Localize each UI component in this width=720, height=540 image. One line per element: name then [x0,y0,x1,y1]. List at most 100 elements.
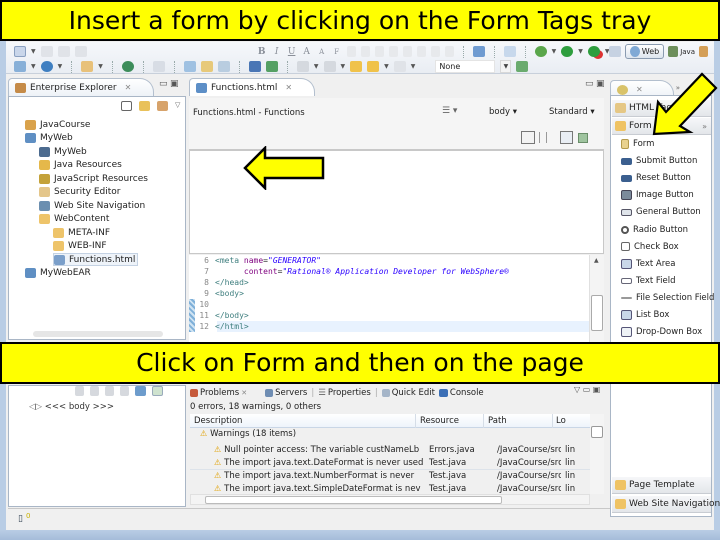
status-indicator-icon[interactable]: ▯ [18,514,23,524]
problem-row[interactable]: ⚠ Null pointer access: The variable custN… [190,443,590,456]
code-line[interactable]: 10 [189,299,589,310]
tree-item[interactable]: JavaCourse [25,118,90,131]
outline-action-icon[interactable] [90,386,99,396]
perspective-web[interactable]: Web [624,44,665,59]
palette-item-check-box[interactable]: Check Box [621,240,679,254]
drawer-web-site-navigation[interactable]: Web Site Navigation [612,496,720,513]
text-style-icon[interactable] [248,61,261,72]
design-view-icon[interactable] [560,131,573,144]
collapse-all-icon[interactable] [121,101,132,111]
run-icon[interactable] [561,46,574,57]
scroll-thumb[interactable] [591,295,603,331]
save-all-icon[interactable] [57,46,70,57]
back-icon[interactable] [367,61,380,72]
palette-item-reset-button[interactable]: Reset Button [621,171,691,185]
save-icon[interactable] [40,46,53,57]
align-right-icon[interactable] [402,46,412,57]
tree-item[interactable]: META-INF [53,226,110,239]
outline-breadcrumb[interactable]: ◁▷ <<< body >>> [29,402,114,412]
tree-item[interactable]: Java Resources [39,159,122,172]
code-line[interactable]: 9 <body> [189,288,589,299]
chevron-down-icon[interactable]: ▼ [411,63,416,70]
source-scrollbar[interactable]: ▲ [589,255,604,342]
new-icon[interactable] [14,46,26,57]
warnings-group[interactable]: ⚠ Warnings (18 items) [200,429,296,439]
next-annotation-icon[interactable] [323,61,336,72]
tree-item[interactable]: MyWeb [25,132,73,145]
chevron-down-icon[interactable]: ▼ [98,63,103,70]
close-icon[interactable]: ✕ [125,83,132,92]
problems-horizontal-scrollbar[interactable] [190,494,590,505]
html-icon[interactable] [183,61,196,72]
source-editor[interactable]: 6 <meta name="GENERATOR" 7 content="Ration… [189,255,589,342]
link-editor-icon[interactable] [139,101,150,111]
code-line[interactable]: 7 content="Rational® Application Develop… [189,266,589,277]
palette-item-drop-down-box[interactable]: Drop-Down Box [621,325,702,339]
tab-functions-html[interactable]: Functions.html ✕ [189,78,316,96]
validate-icon[interactable] [516,61,529,72]
font-grow-button[interactable]: A [302,47,312,57]
code-line[interactable]: 12 </html> [189,321,589,332]
close-icon[interactable]: ✕ [285,83,292,92]
preview-icon[interactable] [578,133,588,143]
tree-item[interactable]: Security Editor [39,186,120,199]
mode-selector[interactable]: Standard ▾ [549,107,595,117]
list-icon[interactable] [346,46,356,57]
web-browser-icon[interactable] [40,61,53,72]
scroll-thumb[interactable] [205,496,502,504]
problem-row[interactable]: ⚠ The import java.text.DateFormat is neve… [190,456,590,469]
refresh-icon[interactable] [265,61,278,72]
bold-button[interactable]: B [257,47,267,57]
filter-icon[interactable] [157,101,168,111]
column-location[interactable]: Lo [556,416,566,426]
font-button[interactable]: F [332,48,342,56]
outdent-icon[interactable] [360,46,370,57]
jsp-icon[interactable] [200,61,213,72]
wizard-icon[interactable] [81,61,94,72]
tree-item[interactable]: JavaScript Resources [39,172,148,185]
align-left-icon[interactable] [374,46,384,57]
scroll-thumb[interactable] [591,426,603,438]
close-icon[interactable]: ✕ [636,85,643,94]
palette-item-general-button[interactable]: General Button [621,205,701,219]
chevron-down-icon[interactable]: ▼ [552,48,557,55]
palette-item-submit-button[interactable]: Submit Button [621,154,697,168]
last-edit-icon[interactable] [350,61,363,72]
open-perspective-icon[interactable] [608,46,621,57]
scroll-up-icon[interactable]: ▲ [594,257,599,264]
problems-vertical-scrollbar[interactable] [590,414,604,494]
palette-item-file-selection-field[interactable]: File Selection Field [621,291,714,305]
globe-icon[interactable] [121,61,134,72]
horizontal-scrollbar[interactable] [33,331,163,337]
page-properties-icon[interactable]: ☰ ▾ [442,106,457,116]
problem-row[interactable]: ⚠ The import java.text.NumberFormat is ne… [190,469,590,482]
sync-icon[interactable] [135,386,146,396]
tree-item[interactable]: Web Site Navigation [39,199,145,212]
align-center-icon[interactable] [388,46,398,57]
perspective-java[interactable]: Java [668,46,695,57]
new-web-item-icon[interactable] [503,46,516,57]
tab-quick-edit[interactable]: Quick Edit [381,388,435,398]
code-line[interactable]: 6 <meta name="GENERATOR" [189,255,589,266]
tab-problems[interactable]: Problems ✕ [190,388,247,398]
css-icon[interactable] [217,61,230,72]
chevron-down-icon[interactable]: ▼ [341,63,346,70]
server-icon[interactable] [472,46,485,57]
palette-item-radio-button[interactable]: Radio Button [621,223,688,237]
select-icon[interactable] [152,386,163,396]
code-line[interactable]: 8 </head> [189,277,589,288]
column-description[interactable]: Description [194,416,242,426]
separator-icon[interactable] [430,46,440,57]
more-perspectives-icon[interactable] [699,46,708,57]
tree-item[interactable]: Functions.html [53,253,139,266]
close-icon[interactable]: ✕ [241,389,247,397]
target-combo[interactable]: None [435,60,496,73]
tab-console[interactable]: Console [438,388,484,398]
tree-item[interactable]: WEB-INF [53,240,107,253]
annotation-icon[interactable] [296,61,309,72]
drawer-page-template[interactable]: Page Template [612,477,711,494]
run-external-icon[interactable] [587,46,600,57]
chevron-down-icon[interactable]: ▼ [58,63,63,70]
chevron-down-icon[interactable]: ▼ [578,48,583,55]
page-icon[interactable] [152,61,165,72]
